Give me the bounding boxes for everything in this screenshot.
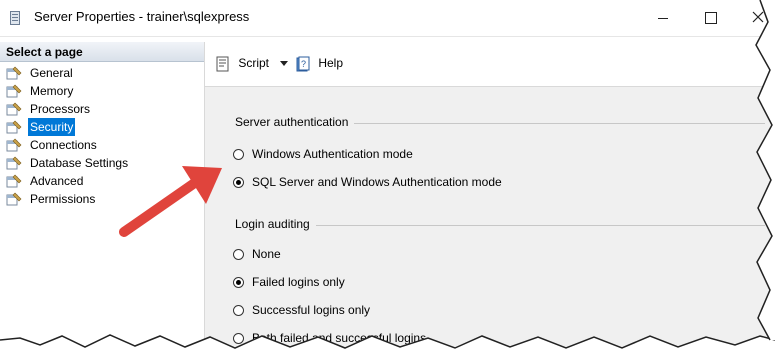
toolbar: Script ? Help [205, 42, 775, 87]
window-title: Server Properties - trainer\sqlexpress [34, 9, 250, 24]
sidebar-item-label: Memory [30, 84, 74, 98]
select-page-header: Select a page [0, 42, 204, 62]
radio-circle[interactable] [233, 305, 244, 317]
radio-circle[interactable] [233, 277, 244, 289]
page-wrench-icon [6, 102, 22, 116]
script-button[interactable]: Script [215, 52, 289, 74]
security-settings-panel: Server authentication Windows Authentica… [205, 87, 775, 360]
page-wrench-icon [6, 174, 22, 188]
radio-audit-failed[interactable]: Failed logins only [233, 273, 345, 291]
annotation-arrow-icon [119, 166, 222, 237]
help-button[interactable]: ? Help [295, 52, 343, 74]
login-auditing-title: Login auditing [235, 217, 316, 231]
minimize-icon [658, 17, 668, 19]
server-auth-title: Server authentication [235, 115, 355, 129]
svg-text:?: ? [301, 59, 306, 69]
radio-circle[interactable] [233, 177, 244, 189]
close-button[interactable] [740, 0, 775, 36]
server-properties-window: Server Properties - trainer\sqlexpress S… [0, 0, 775, 360]
sidebar-item-processors[interactable]: Processors [6, 100, 130, 118]
radio-circle[interactable] [233, 149, 244, 161]
maximize-icon [705, 12, 717, 25]
radio-label: None [252, 247, 281, 261]
page-list: General Memory Processors Security Conne… [6, 64, 130, 208]
radio-label: Both failed and successful logins [252, 331, 427, 345]
sidebar-item-connections[interactable]: Connections [6, 136, 130, 154]
sidebar-item-database-settings[interactable]: Database Settings [6, 154, 130, 172]
radio-audit-both[interactable]: Both failed and successful logins [233, 329, 426, 347]
minimize-button[interactable] [640, 0, 686, 36]
sidebar-item-permissions[interactable]: Permissions [6, 190, 130, 208]
sidebar-item-label: Permissions [30, 192, 96, 206]
help-book-icon: ? [296, 56, 310, 72]
radio-windows-auth[interactable]: Windows Authentication mode [233, 145, 413, 163]
script-button-label: Script [238, 56, 270, 70]
sidebar-item-label: Connections [30, 138, 97, 152]
page-wrench-icon [6, 66, 22, 80]
page-wrench-icon [6, 138, 22, 152]
close-icon [752, 11, 763, 23]
radio-label: SQL Server and Windows Authentication mo… [252, 175, 502, 189]
server-properties-icon [10, 11, 20, 25]
maximize-button[interactable] [688, 0, 734, 36]
radio-circle[interactable] [233, 249, 244, 261]
page-wrench-icon [6, 84, 22, 98]
page-wrench-icon [6, 120, 22, 134]
caret-down-icon[interactable] [280, 61, 289, 67]
sidebar-item-general[interactable]: General [6, 64, 130, 82]
page-wrench-icon [6, 156, 22, 170]
sidebar-item-label: Security [28, 118, 76, 136]
radio-audit-none[interactable]: None [233, 245, 281, 263]
sidebar-item-label: Database Settings [30, 156, 129, 170]
radio-label: Successful logins only [252, 303, 371, 317]
page-wrench-icon [6, 192, 22, 206]
script-icon [216, 56, 229, 72]
sidebar-item-security[interactable]: Security [6, 118, 130, 136]
sidebar-item-label: General [30, 66, 73, 80]
radio-circle[interactable] [233, 333, 244, 345]
help-button-label: Help [318, 56, 344, 70]
radio-label: Windows Authentication mode [252, 147, 413, 161]
sidebar-item-label: Advanced [30, 174, 84, 188]
radio-sql-windows-auth[interactable]: SQL Server and Windows Authentication mo… [233, 173, 502, 191]
sidebar-item-memory[interactable]: Memory [6, 82, 130, 100]
radio-label: Failed logins only [252, 275, 345, 289]
sidebar-item-advanced[interactable]: Advanced [6, 172, 130, 190]
sidebar-item-label: Processors [30, 102, 91, 116]
title-bar: Server Properties - trainer\sqlexpress [0, 0, 775, 37]
radio-audit-successful[interactable]: Successful logins only [233, 301, 370, 319]
